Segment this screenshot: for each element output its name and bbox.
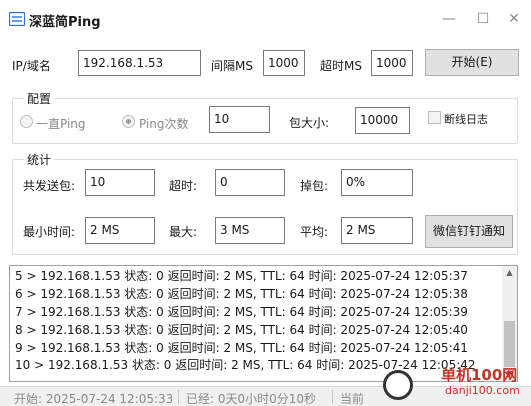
packet-size-input[interactable]: 10000 <box>355 107 410 134</box>
interval-label: 间隔MS <box>211 59 253 73</box>
scroll-up-icon[interactable]: ▲ <box>502 266 517 280</box>
timeout-ms-label: 超时MS <box>320 59 362 73</box>
packet-loss-field: 0% <box>341 169 413 196</box>
log-line: 6 > 192.168.1.53 状态: 0 返回时间: 2 MS, TTL: … <box>15 287 468 301</box>
sent-packets-label: 共发送包: <box>23 179 76 193</box>
elapsed-time-status: 已经: 0天0小时0分10秒 <box>186 392 317 406</box>
title-bar: 深蓝简Ping — ☐ ✕ <box>0 0 531 38</box>
minimize-button[interactable]: — <box>440 10 458 28</box>
watermark-logo-icon <box>383 370 413 400</box>
min-time-field: 2 MS <box>85 217 155 244</box>
sent-packets-field: 10 <box>85 169 155 196</box>
log-line: 9 > 192.168.1.53 状态: 0 返回时间: 2 MS, TTL: … <box>15 341 468 355</box>
window-title: 深蓝简Ping <box>29 15 101 30</box>
maximize-button[interactable]: ☐ <box>474 10 492 28</box>
stats-group-title: 统计 <box>24 151 55 168</box>
wechat-dingtalk-notify-button[interactable]: 微信钉钉通知 <box>425 215 513 248</box>
ip-input[interactable]: 192.168.1.53 <box>78 50 201 76</box>
timeout-count-label: 超时: <box>169 179 198 193</box>
log-line: 5 > 192.168.1.53 状态: 0 返回时间: 2 MS, TTL: … <box>15 269 468 283</box>
watermark-url: danji100.com <box>445 384 520 397</box>
start-time-status: 开始: 2025-07-24 12:05:33 <box>14 392 174 406</box>
min-time-label: 最小时间: <box>23 225 76 239</box>
config-group-title: 配置 <box>24 90 55 107</box>
app-logo-icon <box>9 12 25 26</box>
timeout-ms-input[interactable]: 1000 <box>371 50 413 76</box>
interval-input[interactable]: 1000 <box>263 50 305 76</box>
disconnect-log-label[interactable]: 断线日志 <box>444 111 488 127</box>
max-time-label: 最大: <box>169 225 198 239</box>
ping-count-input[interactable]: 10 <box>209 106 270 133</box>
current-time-status: 当前 <box>340 392 365 406</box>
ping-count-radio[interactable] <box>122 115 135 128</box>
always-ping-label[interactable]: 一直Ping <box>36 115 86 132</box>
log-line: 7 > 192.168.1.53 状态: 0 返回时间: 2 MS, TTL: … <box>15 305 468 319</box>
ip-label: IP/域名 <box>12 59 51 73</box>
timeout-count-field: 0 <box>215 169 285 196</box>
always-ping-radio[interactable] <box>20 115 33 128</box>
log-line: 8 > 192.168.1.53 状态: 0 返回时间: 2 MS, TTL: … <box>15 323 468 337</box>
max-time-field: 3 MS <box>215 217 285 244</box>
ping-count-label[interactable]: Ping次数 <box>139 115 189 132</box>
packet-size-label: 包大小: <box>289 116 330 130</box>
packet-loss-label: 掉包: <box>300 179 329 193</box>
status-divider <box>332 390 333 404</box>
radio-selected-dot <box>126 119 131 124</box>
close-button[interactable]: ✕ <box>505 10 523 28</box>
log-line: 10 > 192.168.1.53 状态: 0 返回时间: 2 MS, TTL:… <box>15 358 476 372</box>
avg-time-field: 2 MS <box>341 217 413 244</box>
watermark-title: 单机100网 <box>441 366 518 384</box>
avg-time-label: 平均: <box>300 225 329 239</box>
start-button[interactable]: 开始(E) <box>425 49 519 76</box>
disconnect-log-checkbox[interactable] <box>428 111 441 124</box>
status-divider <box>178 390 179 404</box>
scroll-thumb[interactable] <box>504 321 515 367</box>
